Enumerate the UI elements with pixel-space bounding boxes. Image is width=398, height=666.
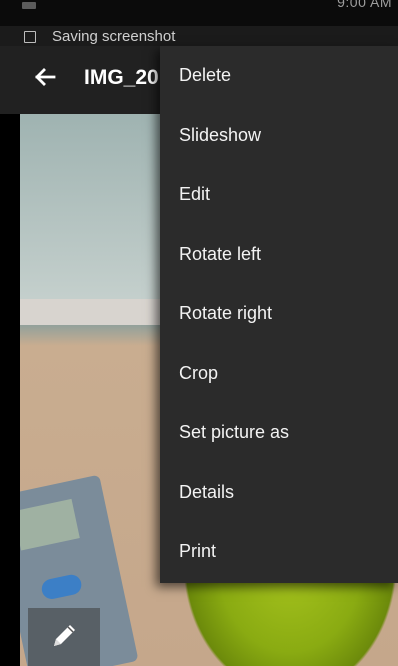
arrow-back-icon (35, 68, 56, 86)
notification-bar[interactable]: Saving screenshot (0, 26, 398, 46)
status-icon (22, 2, 36, 9)
pencil-icon (54, 625, 75, 646)
status-bar: 9:00 AM (0, 0, 398, 26)
photo-background-window (20, 114, 170, 304)
status-time: 9:00 AM (337, 0, 392, 10)
menu-item-edit[interactable]: Edit (160, 165, 398, 225)
menu-item-rotate-right[interactable]: Rotate right (160, 284, 398, 344)
menu-item-slideshow[interactable]: Slideshow (160, 106, 398, 166)
menu-item-details[interactable]: Details (160, 463, 398, 523)
menu-item-delete[interactable]: Delete (160, 46, 398, 106)
calculator-screen (20, 498, 80, 551)
menu-item-set-picture-as[interactable]: Set picture as (160, 403, 398, 463)
screenshot-icon (24, 31, 36, 43)
back-button[interactable] (30, 62, 60, 92)
overflow-menu: Delete Slideshow Edit Rotate left Rotate… (160, 46, 398, 583)
calculator-key (39, 572, 84, 601)
edit-button[interactable] (28, 608, 100, 666)
photo-background-frame (20, 299, 170, 325)
menu-item-print[interactable]: Print (160, 522, 398, 582)
menu-item-rotate-left[interactable]: Rotate left (160, 225, 398, 285)
menu-item-crop[interactable]: Crop (160, 344, 398, 404)
image-title: IMG_20 (84, 66, 159, 89)
notification-text: Saving screenshot (52, 28, 176, 45)
